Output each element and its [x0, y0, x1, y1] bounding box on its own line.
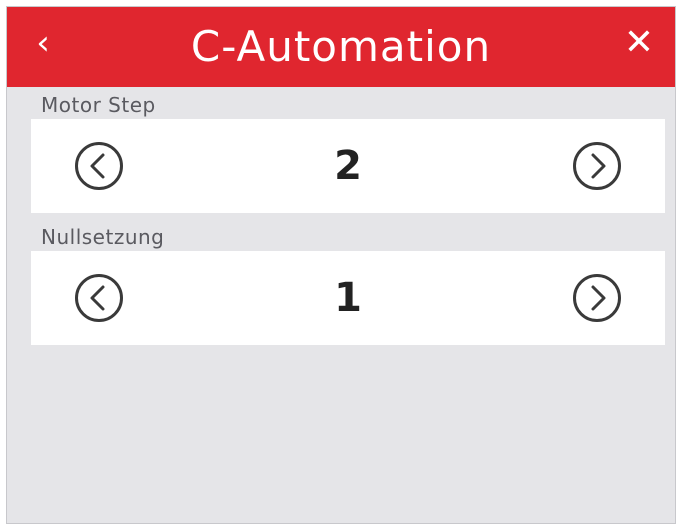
- page-title: C-Automation: [190, 22, 492, 71]
- motor-step-increment-button[interactable]: [573, 142, 621, 190]
- motor-step-stepper: 2: [31, 119, 665, 213]
- nullsetzung-label: Nullsetzung: [41, 225, 165, 249]
- nullsetzung-value: 1: [334, 275, 362, 321]
- close-icon[interactable]: ✕: [617, 17, 661, 69]
- motor-step-label: Motor Step: [41, 93, 156, 117]
- chevron-right-icon: [591, 285, 606, 311]
- nullsetzung-increment-button[interactable]: [573, 274, 621, 322]
- header-bar: ‹ C-Automation ✕: [7, 7, 675, 87]
- c-automation-screen: ‹ C-Automation ✕ Motor Step 2 Nullsetzun…: [6, 6, 676, 524]
- chevron-right-icon: [591, 153, 606, 179]
- nullsetzung-stepper: 1: [31, 251, 665, 345]
- motor-step-value: 2: [334, 143, 362, 189]
